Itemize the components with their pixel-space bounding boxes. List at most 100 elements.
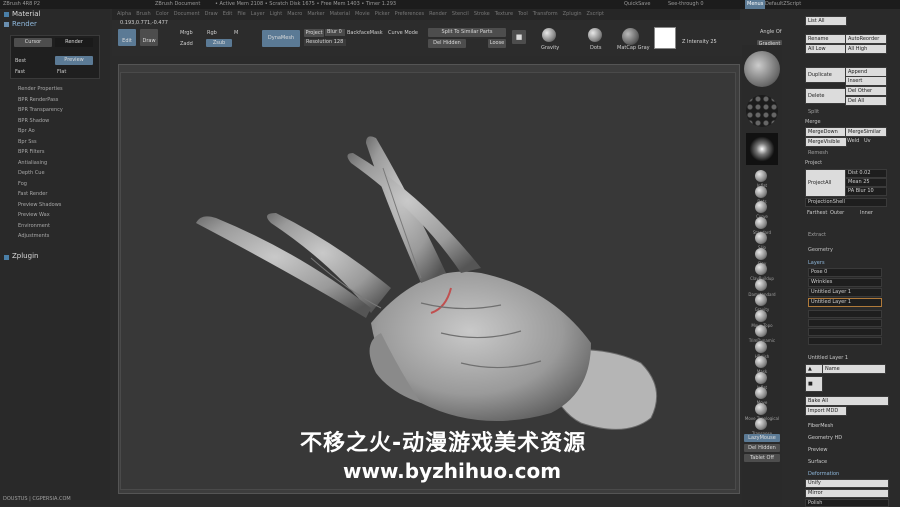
- render-button[interactable]: Render: [55, 38, 93, 47]
- render-subpalette-item[interactable]: Environment: [18, 223, 50, 229]
- resolution-slider[interactable]: Resolution 128: [304, 39, 346, 46]
- stop-square-icon[interactable]: ■: [512, 30, 526, 44]
- rgb-button[interactable]: Rgb: [207, 30, 217, 36]
- brush-icon[interactable]: [755, 170, 767, 182]
- geometry-hd-section[interactable]: Geometry HD: [808, 435, 842, 441]
- render-subpalette-item[interactable]: BPR Transparency: [18, 107, 63, 113]
- shelf-toggle-button[interactable]: LazyMouse: [744, 434, 780, 442]
- layer-name-button[interactable]: Name: [822, 364, 886, 374]
- zadd-button[interactable]: Zadd: [180, 41, 193, 47]
- zsub-button[interactable]: Zsub: [206, 39, 232, 47]
- dist-slider[interactable]: Dist 0.02: [845, 169, 887, 178]
- autoreorder-button[interactable]: AutoReorder: [845, 34, 887, 44]
- remesh-section[interactable]: Remesh: [808, 150, 828, 156]
- brush-icon[interactable]: [755, 418, 767, 430]
- all-low-button[interactable]: All Low: [805, 44, 847, 54]
- quicksave-button[interactable]: QuickSave: [624, 0, 650, 9]
- del-hidden-button[interactable]: Del Hidden: [428, 39, 466, 48]
- backface-mask-button[interactable]: BackfaceMask: [347, 30, 383, 36]
- mergevisible-button[interactable]: MergeVisible: [805, 137, 847, 147]
- menu-item[interactable]: Texture: [495, 11, 513, 17]
- fast-option[interactable]: Fast: [15, 69, 25, 75]
- render-menu[interactable]: Render: [12, 20, 37, 28]
- brush-icon[interactable]: [755, 387, 767, 399]
- extract-section[interactable]: Extract: [808, 232, 826, 238]
- empty-layer-row[interactable]: [808, 319, 882, 327]
- duplicate-button[interactable]: Duplicate: [805, 67, 847, 83]
- deformation-section[interactable]: Deformation: [808, 471, 839, 477]
- menu-item[interactable]: Brush: [136, 11, 150, 17]
- list-all-button[interactable]: List All: [805, 16, 847, 26]
- shelf-toggle-button[interactable]: Tablet Off: [744, 454, 780, 462]
- menu-item[interactable]: Picker: [375, 11, 390, 17]
- fibermesh-section[interactable]: FiberMesh: [808, 423, 833, 429]
- layer-row[interactable]: Wrinkles: [808, 278, 882, 287]
- empty-layer-row[interactable]: [808, 310, 882, 318]
- delete-button[interactable]: Delete: [805, 88, 847, 104]
- render-subpalette-item[interactable]: Fog: [18, 181, 27, 187]
- menu-item[interactable]: Light: [270, 11, 282, 17]
- menu-item[interactable]: Alpha: [117, 11, 131, 17]
- brush-preview-icon[interactable]: [744, 51, 780, 87]
- render-subpalette-item[interactable]: Antialiasing: [18, 160, 47, 166]
- split-similar-button[interactable]: Split To Similar Parts: [428, 28, 506, 37]
- loose-button[interactable]: Loose: [488, 39, 506, 48]
- menu-item[interactable]: Tool: [518, 11, 528, 17]
- outer-toggle[interactable]: Outer: [830, 210, 844, 216]
- menu-item[interactable]: Zplugin: [563, 11, 582, 17]
- mergedown-button[interactable]: MergeDown: [805, 127, 847, 137]
- brush-icon[interactable]: [755, 278, 767, 291]
- menu-item[interactable]: Preferences: [395, 11, 424, 17]
- merge-section[interactable]: Merge: [805, 119, 821, 125]
- cursor-button[interactable]: Cursor: [14, 38, 52, 47]
- mirror-button[interactable]: Mirror: [805, 489, 889, 498]
- menu-item[interactable]: Marker: [307, 11, 324, 17]
- layer-row[interactable]: Pose 0: [808, 268, 882, 277]
- brush-icon[interactable]: [755, 340, 767, 353]
- insert-button[interactable]: Insert: [845, 76, 887, 86]
- rename-button[interactable]: Rename: [805, 34, 847, 44]
- render-subpalette-item[interactable]: BPR RenderPass: [18, 97, 58, 103]
- brush-icon[interactable]: [755, 309, 767, 322]
- render-subpalette-item[interactable]: Preview Shadows: [18, 202, 61, 208]
- material-menu[interactable]: Material: [12, 10, 40, 18]
- render-subpalette-item[interactable]: Fast Render: [18, 191, 47, 197]
- del-all-button[interactable]: Del All: [845, 96, 887, 106]
- bake-all-button[interactable]: Bake All: [805, 396, 889, 406]
- menu-item[interactable]: Macro: [287, 11, 302, 17]
- all-high-button[interactable]: All High: [845, 44, 887, 54]
- projectall-button[interactable]: ProjectAll: [805, 169, 847, 197]
- draw-button[interactable]: Draw: [140, 29, 158, 46]
- brush-icon[interactable]: [755, 216, 767, 229]
- preview-button[interactable]: Preview: [55, 56, 93, 65]
- del-other-button[interactable]: Del Other: [845, 86, 887, 96]
- dots-stroke-icon[interactable]: [588, 28, 602, 42]
- inner-toggle[interactable]: Inner: [860, 210, 873, 216]
- mean-slider[interactable]: Mean 25: [845, 178, 887, 187]
- unify-button[interactable]: Unify: [805, 479, 889, 488]
- default-zscript-button[interactable]: DefaultZScript: [765, 0, 801, 9]
- render-subpalette-item[interactable]: Bpr Ao: [18, 128, 35, 134]
- layer-row[interactable]: Untitled Layer 1: [808, 288, 882, 297]
- project-section[interactable]: Project: [805, 160, 822, 166]
- shelf-toggle-button[interactable]: Del Hidden: [744, 444, 780, 452]
- edit-button[interactable]: Edit: [118, 29, 136, 46]
- layer-row[interactable]: Untitled Layer 1: [808, 298, 882, 307]
- gravity-ball-icon[interactable]: [542, 28, 556, 42]
- weld-toggle[interactable]: Weld: [847, 138, 859, 144]
- menu-item[interactable]: File: [237, 11, 245, 17]
- dots-stroke-preview-icon[interactable]: [746, 95, 778, 127]
- curve-mode-button[interactable]: Curve Mode: [388, 30, 418, 36]
- brush-icon[interactable]: [755, 263, 767, 275]
- empty-layer-row[interactable]: [808, 328, 882, 336]
- layer-new-icon[interactable]: ■: [805, 376, 823, 392]
- brush-icon[interactable]: [755, 185, 767, 198]
- see-through-slider[interactable]: See-through 0: [668, 0, 704, 9]
- menu-item[interactable]: Stencil: [452, 11, 469, 17]
- projection-shell-slider[interactable]: ProjectionShell: [805, 198, 887, 207]
- mergesimilar-button[interactable]: MergeSimilar: [845, 127, 887, 137]
- menu-item[interactable]: Material: [330, 11, 350, 17]
- m-button[interactable]: M: [234, 30, 238, 36]
- render-subpalette-item[interactable]: Render Properties: [18, 86, 63, 92]
- menu-item[interactable]: Edit: [223, 11, 233, 17]
